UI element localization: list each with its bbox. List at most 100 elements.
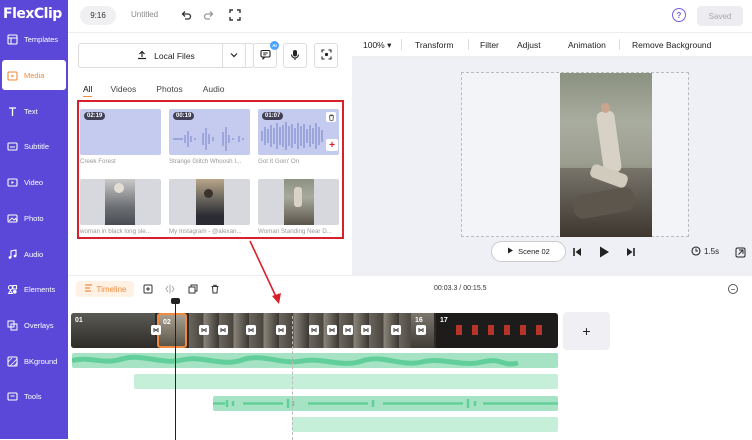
- local-files-dropdown[interactable]: [222, 43, 246, 68]
- fullscreen-preview-button[interactable]: [734, 246, 746, 258]
- transition-icon[interactable]: ⋈: [199, 325, 209, 335]
- aspect-ratio-button[interactable]: 9:16: [80, 6, 116, 25]
- capture-icon: [320, 49, 332, 62]
- media-item-video[interactable]: [169, 179, 250, 225]
- animation-button[interactable]: Animation: [568, 40, 606, 50]
- play-icon: [599, 246, 609, 258]
- remove-background-button[interactable]: Remove Background: [632, 40, 711, 50]
- trash-icon[interactable]: [209, 283, 220, 294]
- saved-button[interactable]: Saved: [697, 6, 743, 26]
- photo-icon: [7, 213, 18, 224]
- audio-track[interactable]: [134, 374, 558, 389]
- sidebar-item-video[interactable]: Video: [2, 167, 66, 197]
- sidebar-item-label: Subtitle: [24, 141, 50, 151]
- audio-track[interactable]: [213, 396, 558, 411]
- tab-all[interactable]: All: [83, 84, 93, 97]
- timeline-toggle[interactable]: Timeline: [76, 281, 134, 297]
- help-icon[interactable]: ?: [672, 8, 686, 22]
- media-item-video[interactable]: [258, 179, 339, 225]
- transition-icon[interactable]: ⋈: [218, 325, 228, 335]
- sidebar-item-media[interactable]: Media: [2, 60, 66, 90]
- media-item-label: My Instagram - @alexan...: [169, 228, 242, 235]
- zoom-value: 100%: [363, 40, 385, 50]
- transition-icon[interactable]: ⋈: [361, 325, 371, 335]
- text-icon: [7, 106, 18, 117]
- video-icon: [7, 177, 18, 188]
- transition-icon[interactable]: ⋈: [276, 325, 286, 335]
- media-tabs: All Videos Photos Audio: [83, 84, 225, 97]
- transition-icon[interactable]: ⋈: [151, 325, 161, 335]
- media-item-audio[interactable]: 01:07 +: [258, 109, 339, 155]
- record-audio-button[interactable]: [283, 43, 307, 68]
- filter-button[interactable]: Filter: [480, 40, 499, 50]
- skip-forward-icon: [627, 248, 635, 256]
- audio-track[interactable]: [72, 353, 558, 368]
- timeline-icon: [84, 284, 93, 294]
- media-item-video[interactable]: [80, 179, 161, 225]
- add-scene-button[interactable]: +: [563, 312, 610, 350]
- scene-label: Scene 02: [518, 247, 550, 256]
- sidebar-item-photo[interactable]: Photo: [2, 203, 66, 233]
- duration-badge: 02:19: [84, 112, 106, 120]
- play-icon: [507, 247, 514, 256]
- undo-icon[interactable]: [179, 8, 193, 22]
- flexclip-logo[interactable]: FlexClip: [3, 6, 67, 26]
- add-to-timeline-button[interactable]: +: [326, 139, 338, 151]
- media-item-audio[interactable]: 02:19: [80, 109, 161, 155]
- transition-icon[interactable]: ⋈: [246, 325, 256, 335]
- sidebar-item-bkground[interactable]: BKground: [2, 346, 66, 376]
- next-button[interactable]: [625, 246, 637, 258]
- ai-chat-button[interactable]: AI: [253, 41, 279, 68]
- audio-track[interactable]: [292, 417, 558, 432]
- waveform-icon: [173, 127, 244, 151]
- timeline-panel: Timeline 00:03.3 / 00:15.5 − 01 02 16 17…: [68, 275, 752, 440]
- redo-icon[interactable]: [202, 8, 216, 22]
- zoom-select[interactable]: 100% ▾: [363, 40, 391, 51]
- add-marker-icon[interactable]: [142, 283, 153, 294]
- scene-clip[interactable]: 01: [71, 313, 155, 348]
- screen-capture-button[interactable]: [314, 43, 338, 68]
- scene-duration[interactable]: 1.5s: [691, 246, 719, 256]
- clock-icon: [691, 246, 701, 256]
- transition-icon[interactable]: ⋈: [391, 325, 401, 335]
- preview-toolbar: 100% ▾ Transform Filter Adjust Animation…: [352, 33, 752, 57]
- transition-icon[interactable]: ⋈: [343, 325, 353, 335]
- delete-button[interactable]: [326, 112, 336, 122]
- sidebar-item-elements[interactable]: Elements: [2, 274, 66, 304]
- duplicate-icon[interactable]: [187, 283, 198, 294]
- split-icon[interactable]: [164, 283, 175, 294]
- timeline-marker-line: [292, 316, 293, 440]
- transition-icon[interactable]: ⋈: [327, 325, 337, 335]
- fullscreen-icon[interactable]: [228, 8, 242, 22]
- tab-videos[interactable]: Videos: [110, 84, 136, 97]
- scene-clip[interactable]: 17: [436, 313, 558, 348]
- clip-number: 17: [440, 317, 448, 324]
- local-files-label: Local Files: [154, 50, 195, 61]
- scene-photo[interactable]: [560, 73, 652, 237]
- sidebar-item-templates[interactable]: Templates: [2, 24, 66, 54]
- scene-clip-selected[interactable]: 02: [157, 313, 187, 348]
- canvas-frame[interactable]: [461, 72, 689, 237]
- sidebar-item-label: BKground: [24, 356, 58, 366]
- transition-icon[interactable]: ⋈: [416, 325, 426, 335]
- transform-button[interactable]: Transform: [415, 40, 453, 50]
- sidebar-item-overlays[interactable]: Overlays: [2, 310, 66, 340]
- media-item-label: Woman Standing Near D...: [258, 228, 332, 235]
- sidebar-item-text[interactable]: Text: [2, 96, 66, 126]
- playhead[interactable]: [175, 301, 176, 440]
- sidebar-item-subtitle[interactable]: Subtitle: [2, 131, 66, 161]
- tab-photos[interactable]: Photos: [156, 84, 182, 97]
- media-item-audio[interactable]: 00:19: [169, 109, 250, 155]
- adjust-button[interactable]: Adjust: [517, 40, 541, 50]
- tab-audio[interactable]: Audio: [203, 84, 225, 97]
- scene-selector[interactable]: Scene 02: [491, 241, 566, 262]
- zoom-out-icon[interactable]: −: [728, 284, 738, 294]
- transition-icon[interactable]: ⋈: [309, 325, 319, 335]
- divider: [619, 39, 620, 50]
- previous-button[interactable]: [571, 246, 583, 258]
- sidebar-item-tools[interactable]: Tools: [2, 381, 66, 411]
- sidebar-item-audio[interactable]: Audio: [2, 239, 66, 269]
- play-button[interactable]: [598, 246, 610, 258]
- chat-icon: [259, 49, 271, 62]
- project-title[interactable]: Untitled: [131, 10, 158, 19]
